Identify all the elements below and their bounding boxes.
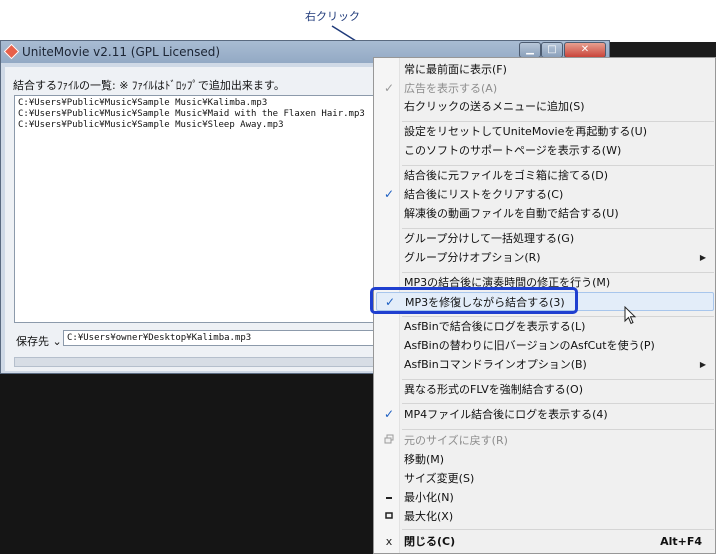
menu-item-resize[interactable]: サイズ変更(S): [376, 469, 714, 488]
menu-item-accelerator: Alt+F4: [660, 535, 702, 548]
menu-item-label: グループ分けして一括処理する(G): [404, 232, 575, 245]
menu-item-label: 右クリックの送るメニューに追加(S): [404, 100, 585, 113]
maximize-icon: [382, 507, 396, 526]
menu-item-move[interactable]: 移動(M): [376, 450, 714, 469]
menu-item-clear-list[interactable]: ✓ 結合後にリストをクリアする(C): [376, 185, 714, 204]
menu-item-label: AsfBinで結合後にログを表示する(L): [404, 320, 586, 333]
menu-separator: [402, 429, 714, 430]
menu-item-auto-join-extracted[interactable]: 解凍後の動画ファイルを自動で結合する(U): [376, 204, 714, 223]
menu-item-label: 解凍後の動画ファイルを自動で結合する(U): [404, 207, 619, 220]
file-list-label: 結合するﾌｧｲﾙの一覧: ※ ﾌｧｲﾙはﾄﾞﾛｯﾌﾟで追加出来ます。: [13, 79, 285, 92]
menu-item-label: 最大化(X): [404, 510, 454, 523]
menu-item-label: MP4ファイル結合後にログを表示する(4): [404, 408, 608, 421]
minimize-button[interactable]: ▁: [519, 42, 541, 58]
maximize-button[interactable]: □: [541, 42, 563, 58]
menu-item-support-page[interactable]: このソフトのサポートページを表示する(W): [376, 141, 714, 160]
restore-icon: [382, 431, 396, 450]
menu-item-label: 広告を表示する(A): [404, 82, 498, 95]
menu-item-minimize[interactable]: 最小化(N): [376, 488, 714, 507]
check-icon: ✓: [383, 81, 395, 95]
window-title: UniteMovie v2.11 (GPL Licensed): [22, 45, 221, 59]
menu-item-mp4-log[interactable]: ✓ MP4ファイル結合後にログを表示する(4): [376, 405, 714, 424]
menu-item-trash-originals[interactable]: 結合後に元ファイルをゴミ箱に捨てる(D): [376, 166, 714, 185]
menu-item-use-asfcut[interactable]: AsfBinの替わりに旧バージョンのAsfCutを使う(P): [376, 336, 714, 355]
submenu-arrow-icon: ▶: [699, 253, 706, 262]
menu-item-maximize[interactable]: 最大化(X): [376, 507, 714, 526]
menu-item-label: 結合後にリストをクリアする(C): [404, 188, 564, 201]
menu-item-label: 設定をリセットしてUniteMovieを再起動する(U): [404, 125, 648, 138]
menu-item-label: 最小化(N): [404, 491, 454, 504]
menu-separator: [402, 529, 714, 530]
menu-item-show-ads[interactable]: ✓ 広告を表示する(A): [376, 79, 714, 98]
menu-item-always-on-top[interactable]: 常に最前面に表示(F): [376, 60, 714, 79]
destination-dropdown[interactable]: 保存先 ⌄: [16, 333, 62, 349]
menu-item-label: AsfBinの替わりに旧バージョンのAsfCutを使う(P): [404, 339, 655, 352]
menu-separator: [402, 403, 714, 404]
annotation-highlight-box: [370, 287, 578, 314]
menu-item-label: サイズ変更(S): [404, 472, 475, 485]
menu-item-restore[interactable]: 元のサイズに戻す(R): [376, 431, 714, 450]
menu-item-label: このソフトのサポートページを表示する(W): [404, 144, 622, 157]
menu-item-add-sendto[interactable]: 右クリックの送るメニューに追加(S): [376, 97, 714, 116]
menu-item-label: 元のサイズに戻す(R): [404, 434, 508, 447]
menu-item-label: 異なる形式のFLVを強制結合する(O): [404, 383, 584, 396]
check-icon: ✓: [383, 187, 395, 201]
menu-item-force-flv[interactable]: 異なる形式のFLVを強制結合する(O): [376, 380, 714, 399]
menu-item-label: 常に最前面に表示(F): [404, 63, 507, 76]
menu-item-reset-restart[interactable]: 設定をリセットしてUniteMovieを再起動する(U): [376, 122, 714, 141]
close-icon: x: [385, 535, 393, 548]
minimize-icon: [382, 488, 396, 507]
menu-item-asfbin-log[interactable]: AsfBinで結合後にログを表示する(L): [376, 317, 714, 336]
menu-item-group-batch[interactable]: グループ分けして一括処理する(G): [376, 229, 714, 248]
check-icon: ✓: [383, 407, 395, 421]
menu-item-label: 移動(M): [404, 453, 445, 466]
app-logo-icon: [3, 43, 20, 60]
close-button[interactable]: ✕: [564, 42, 606, 58]
menu-item-asfbin-options[interactable]: AsfBinコマンドラインオプション(B) ▶: [376, 355, 714, 374]
submenu-arrow-icon: ▶: [699, 360, 706, 369]
menu-item-label: AsfBinコマンドラインオプション(B): [404, 358, 587, 371]
menu-item-label: グループ分けオプション(R): [404, 251, 541, 264]
menu-item-close[interactable]: x 閉じる(C) Alt+F4: [376, 532, 714, 551]
mouse-cursor-icon: [624, 306, 637, 325]
menu-item-label: 閉じる(C): [404, 535, 456, 548]
menu-item-group-options[interactable]: グループ分けオプション(R) ▶: [376, 248, 714, 267]
menu-item-label: 結合後に元ファイルをゴミ箱に捨てる(D): [404, 169, 609, 182]
